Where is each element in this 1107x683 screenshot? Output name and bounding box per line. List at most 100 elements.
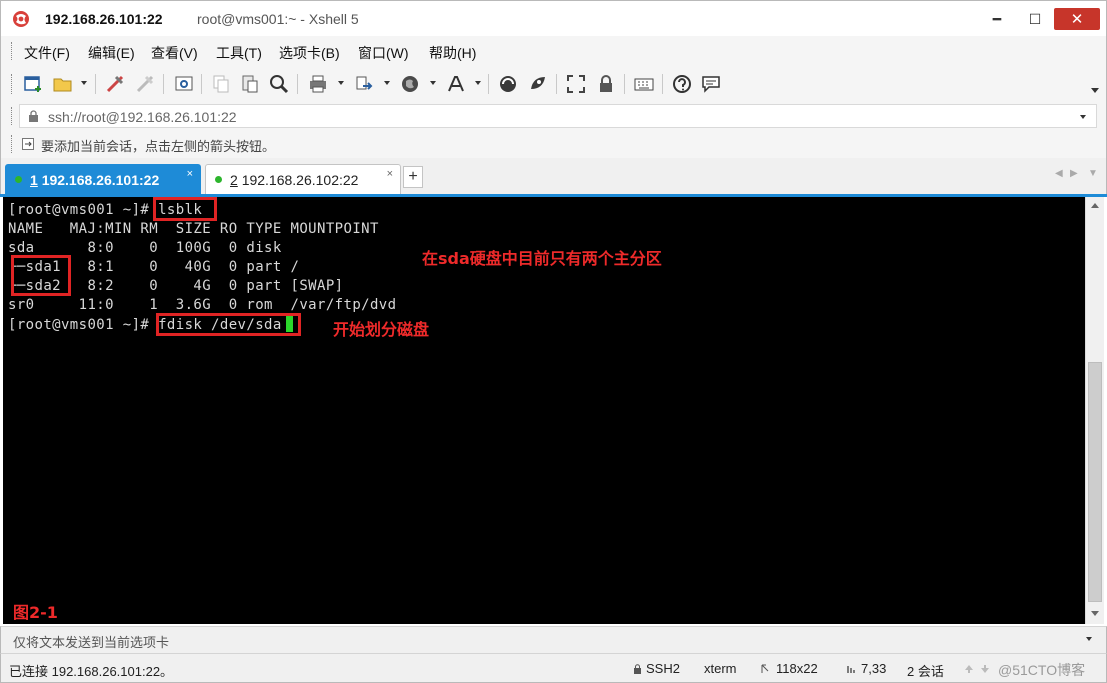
- menu-file[interactable]: 文件(F): [24, 43, 70, 63]
- keyboard-icon[interactable]: [633, 73, 655, 95]
- tab-session-2[interactable]: 2 192.168.26.102:22 ×: [205, 164, 401, 194]
- compose-dropdown-icon[interactable]: [1086, 637, 1092, 641]
- tab-host: 192.168.26.101:22: [41, 172, 160, 188]
- figure-label: 图2-1: [13, 603, 58, 622]
- terminal-type-status: xterm: [704, 661, 737, 676]
- tab-close-icon[interactable]: ×: [387, 168, 393, 180]
- compose-bar[interactable]: 仅将文本发送到当前选项卡: [0, 626, 1107, 653]
- transfer-icon[interactable]: [353, 73, 375, 95]
- toolbar-separator: [95, 74, 96, 94]
- toolbar-separator: [297, 74, 298, 94]
- open-folder-icon[interactable]: [52, 73, 74, 95]
- fullscreen-icon[interactable]: [565, 73, 587, 95]
- toolbar-separator: [624, 74, 625, 94]
- globe-dropdown-icon[interactable]: [430, 81, 436, 85]
- tab-scroll-right-icon[interactable]: ▶: [1070, 168, 1078, 179]
- toolbar-separator: [662, 74, 663, 94]
- lock-icon[interactable]: [595, 73, 617, 95]
- scroll-down-icon[interactable]: [1091, 611, 1099, 616]
- watermark: @51CTO博客: [998, 662, 1086, 678]
- menu-window[interactable]: 窗口(W): [358, 43, 409, 63]
- tab-host: 192.168.26.102:22: [241, 172, 359, 188]
- terminal-line: NAME MAJ:MIN RM SIZE RO TYPE MOUNTPOINT: [8, 221, 379, 237]
- print-icon[interactable]: [307, 73, 329, 95]
- tab-close-icon[interactable]: ×: [187, 168, 193, 180]
- print-dropdown-icon[interactable]: [338, 81, 344, 85]
- title-bar: 192.168.26.101:22 root@vms001:~ - Xshell…: [0, 0, 1107, 36]
- terminal-line: sda 8:0 0 100G 0 disk: [8, 240, 282, 256]
- close-button[interactable]: ✕: [1054, 8, 1100, 30]
- menu-tools[interactable]: 工具(T): [216, 43, 262, 63]
- menu-tabs[interactable]: 选项卡(B): [279, 43, 340, 63]
- xmanager-icon[interactable]: [527, 73, 549, 95]
- resize-icon: [761, 664, 769, 673]
- cursor-position-status: 7,33: [861, 661, 887, 676]
- connected-dot-icon: [215, 176, 222, 183]
- minimize-button[interactable]: ━: [982, 7, 1012, 31]
- find-icon[interactable]: [268, 73, 290, 95]
- xftp-icon[interactable]: [497, 73, 519, 95]
- fdisk-highlight-box: [156, 313, 301, 336]
- terminal-size-status: 118x22: [776, 661, 818, 676]
- partitions-annotation: 在sda硬盘中目前只有两个主分区: [422, 249, 662, 268]
- chat-icon[interactable]: [700, 73, 722, 95]
- arrow-down-icon[interactable]: [980, 664, 990, 674]
- address-input[interactable]: ssh://root@192.168.26.101:22: [19, 104, 1097, 128]
- arrow-icon[interactable]: [22, 138, 34, 150]
- menu-edit[interactable]: 编辑(E): [88, 43, 135, 63]
- terminal-line: sr0 11:0 1 3.6G 0 rom /var/ftp/dvd: [8, 297, 397, 313]
- lock-icon: [29, 110, 38, 122]
- lsblk-highlight-box: [153, 197, 217, 221]
- session-hint-bar: 要添加当前会话，点击左侧的箭头按钮。: [0, 130, 1107, 158]
- menu-view[interactable]: 查看(V): [151, 43, 198, 63]
- fdisk-annotation: 开始划分磁盘: [333, 320, 430, 339]
- toolbar-overflow-icon[interactable]: [1091, 88, 1099, 93]
- add-tab-button[interactable]: +: [403, 166, 423, 188]
- address-dropdown-icon[interactable]: [1080, 115, 1086, 119]
- transfer-dropdown-icon[interactable]: [384, 81, 390, 85]
- tab-scroll-left-icon[interactable]: ◀: [1055, 168, 1063, 179]
- toolbar-grip[interactable]: [11, 74, 14, 94]
- tab-number: 2: [230, 172, 238, 188]
- partitions-highlight-box: [11, 255, 71, 296]
- paste-icon[interactable]: [239, 73, 261, 95]
- hintbar-grip[interactable]: [11, 135, 14, 153]
- tab-list-menu-icon[interactable]: ▼: [1088, 168, 1098, 179]
- disconnect-icon[interactable]: [134, 73, 156, 95]
- connect-icon[interactable]: [104, 73, 126, 95]
- cursor-position-icon: [847, 666, 855, 673]
- toolbar-separator: [163, 74, 164, 94]
- address-value: ssh://root@192.168.26.101:22: [48, 109, 237, 125]
- terminal-scrollbar[interactable]: [1085, 197, 1104, 624]
- window-title: 192.168.26.101:22: [45, 11, 163, 27]
- session-hint-text: 要添加当前会话，点击左侧的箭头按钮。: [41, 139, 276, 154]
- terminal-screen[interactable]: [root@vms001 ~]# lsblk NAME MAJ:MIN RM S…: [3, 197, 1085, 624]
- menu-help[interactable]: 帮助(H): [429, 43, 476, 63]
- menu-bar: 文件(F) 编辑(E) 查看(V) 工具(T) 选项卡(B) 窗口(W) 帮助(…: [0, 36, 1107, 66]
- font-icon[interactable]: [445, 73, 467, 95]
- address-bar: ssh://root@192.168.26.101:22: [0, 102, 1107, 130]
- tab-label: 1 192.168.26.101:22: [30, 172, 159, 188]
- tab-session-1[interactable]: 1 192.168.26.101:22 ×: [5, 164, 201, 194]
- scroll-up-icon[interactable]: [1091, 203, 1099, 208]
- xshell-logo-icon: [13, 11, 29, 27]
- status-bar: 已连接 192.168.26.101:22。 SSH2 xterm 118x22…: [0, 653, 1107, 683]
- scrollbar-thumb[interactable]: [1088, 362, 1102, 602]
- new-session-icon[interactable]: [23, 73, 45, 95]
- connected-dot-icon: [15, 176, 22, 183]
- arrow-up-icon[interactable]: [964, 664, 974, 674]
- properties-icon[interactable]: [173, 73, 195, 95]
- copy-icon[interactable]: [210, 73, 232, 95]
- menubar-grip[interactable]: [11, 42, 14, 60]
- toolbar: [0, 66, 1107, 102]
- maximize-button[interactable]: ☐: [1020, 7, 1050, 31]
- protocol-status: SSH2: [646, 661, 680, 676]
- globe-icon[interactable]: [399, 73, 421, 95]
- open-dropdown-icon[interactable]: [81, 81, 87, 85]
- toolbar-separator: [556, 74, 557, 94]
- sessions-count-status: 2 会话: [907, 664, 944, 679]
- font-dropdown-icon[interactable]: [475, 81, 481, 85]
- help-icon[interactable]: [671, 73, 693, 95]
- toolbar-separator: [488, 74, 489, 94]
- addressbar-grip[interactable]: [11, 107, 14, 125]
